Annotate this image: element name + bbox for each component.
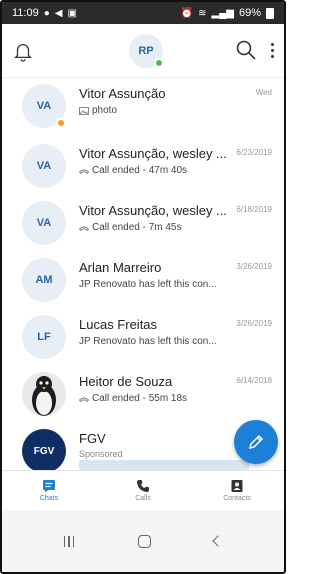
chat-icon xyxy=(43,480,55,493)
bottom-tab-bar: Chats Calls Contacts xyxy=(2,470,284,510)
gallery-notification-icon: ▣ xyxy=(67,7,77,19)
chat-name: Lucas Freitas xyxy=(79,317,158,332)
chat-row[interactable]: VA Vitor Assunção, wesley ... 6/18/2019 … xyxy=(2,195,284,252)
avatar xyxy=(22,372,66,416)
chat-preview-text: JP Renovato has left this con... xyxy=(79,336,217,347)
chat-date: 6/23/2019 xyxy=(236,148,272,157)
chat-preview-text: Call ended - 55m 18s xyxy=(92,393,188,404)
avatar: AM xyxy=(22,258,66,302)
phone-screen: 11:09 ● ◀ ▣ ⏰ ≋ ▂▄▆ 69% RP VA Vitor Assu… xyxy=(0,0,286,574)
call-ended-icon xyxy=(79,397,89,402)
chat-preview-text: photo xyxy=(92,105,118,116)
chat-preview-text: Call ended - 47m 40s xyxy=(92,165,188,176)
chat-row[interactable]: LF Lucas Freitas 3/26/2019 JP Renovato h… xyxy=(2,309,284,366)
home-icon[interactable] xyxy=(137,534,151,548)
chat-preview-text: JP Renovato has left this con... xyxy=(79,279,217,290)
call-ended-icon xyxy=(79,226,89,231)
avatar: LF xyxy=(22,315,66,359)
tab-contacts[interactable]: Contacts xyxy=(190,471,284,510)
image-icon xyxy=(79,106,89,115)
chat-preview: JP Renovato has left this con... xyxy=(79,279,249,290)
fgv-logo-text: FGV xyxy=(33,445,55,457)
chat-name: Vitor Assunção, wesley ... xyxy=(79,146,227,161)
penguin-photo xyxy=(22,372,66,416)
fgv-logo: FGV xyxy=(22,429,66,473)
profile-initials: RP xyxy=(138,45,154,57)
notification-icon: ● xyxy=(43,7,50,19)
app-header: RP xyxy=(2,24,284,78)
tab-label: Calls xyxy=(135,495,151,502)
system-nav-bar xyxy=(2,510,284,572)
chat-row[interactable]: VA Vitor Assunção Wed photo xyxy=(2,78,284,138)
wifi-icon: ≋ xyxy=(198,7,207,19)
chat-preview: Call ended - 55m 18s xyxy=(79,393,249,404)
chat-row[interactable]: Heitor de Souza 6/14/2018 Call ended - 5… xyxy=(2,366,284,423)
new-chat-button[interactable] xyxy=(234,420,278,464)
ad-name: FGV xyxy=(79,431,106,446)
chat-name: Arlan Marreiro xyxy=(79,260,162,275)
search-icon[interactable] xyxy=(234,38,258,62)
chat-row[interactable]: VA Vitor Assunção, wesley ... 6/23/2019 … xyxy=(2,138,284,195)
profile-avatar[interactable]: RP xyxy=(129,34,164,68)
signal-icon: ▂▄▆ xyxy=(211,7,234,19)
tab-label: Chats xyxy=(39,495,59,502)
chat-name: Vitor Assunção xyxy=(79,86,166,101)
chat-preview: JP Renovato has left this con... xyxy=(79,336,249,347)
battery-icon xyxy=(266,7,274,19)
tab-calls[interactable]: Calls xyxy=(96,471,190,510)
recent-apps-icon[interactable] xyxy=(63,535,75,547)
chat-name: Vitor Assunção, wesley ... xyxy=(79,203,227,218)
avatar: VA xyxy=(22,144,66,188)
tab-chats[interactable]: Chats xyxy=(2,471,96,510)
alarm-icon: ⏰ xyxy=(180,7,194,19)
chat-row[interactable]: AM Arlan Marreiro 3/26/2019 JP Renovato … xyxy=(2,252,284,309)
chat-preview: photo xyxy=(79,105,249,116)
pencil-icon xyxy=(248,434,264,450)
avatar-initials: VA xyxy=(36,100,52,112)
away-status-dot xyxy=(56,118,66,128)
chat-preview: Call ended - 7m 45s xyxy=(79,222,249,233)
contacts-icon xyxy=(231,480,243,492)
more-options-icon[interactable] xyxy=(266,38,278,62)
avatar-initials: AM xyxy=(35,274,53,286)
avatar-initials: LF xyxy=(37,331,51,343)
tab-label: Contacts xyxy=(223,495,251,502)
bell-icon[interactable] xyxy=(12,40,34,62)
chat-name: Heitor de Souza xyxy=(79,374,173,389)
status-bar: 11:09 ● ◀ ▣ ⏰ ≋ ▂▄▆ 69% xyxy=(2,2,284,24)
status-time: 11:09 xyxy=(12,7,39,19)
phone-icon xyxy=(137,480,149,492)
call-ended-icon xyxy=(79,169,89,174)
avatar-initials: VA xyxy=(36,217,52,229)
location-arrow-icon: ◀ xyxy=(54,7,63,19)
chat-preview: Call ended - 47m 40s xyxy=(79,165,249,176)
chat-date: Wed xyxy=(255,88,272,97)
avatar-initials: VA xyxy=(36,160,52,172)
back-icon[interactable] xyxy=(212,535,224,547)
chat-date: 3/26/2019 xyxy=(236,262,272,271)
chat-preview-text: Call ended - 7m 45s xyxy=(92,222,182,233)
online-status-dot xyxy=(154,58,164,68)
ad-banner-preview[interactable] xyxy=(79,460,249,470)
battery-percent: 69% xyxy=(238,7,261,19)
chat-date: 3/26/2019 xyxy=(236,319,272,328)
chat-date: 6/14/2018 xyxy=(236,376,272,385)
avatar: VA xyxy=(22,84,66,128)
chat-list: VA Vitor Assunção Wed photo VA Vitor Ass… xyxy=(2,78,284,480)
chat-date: 6/18/2019 xyxy=(236,205,272,214)
avatar: VA xyxy=(22,201,66,245)
